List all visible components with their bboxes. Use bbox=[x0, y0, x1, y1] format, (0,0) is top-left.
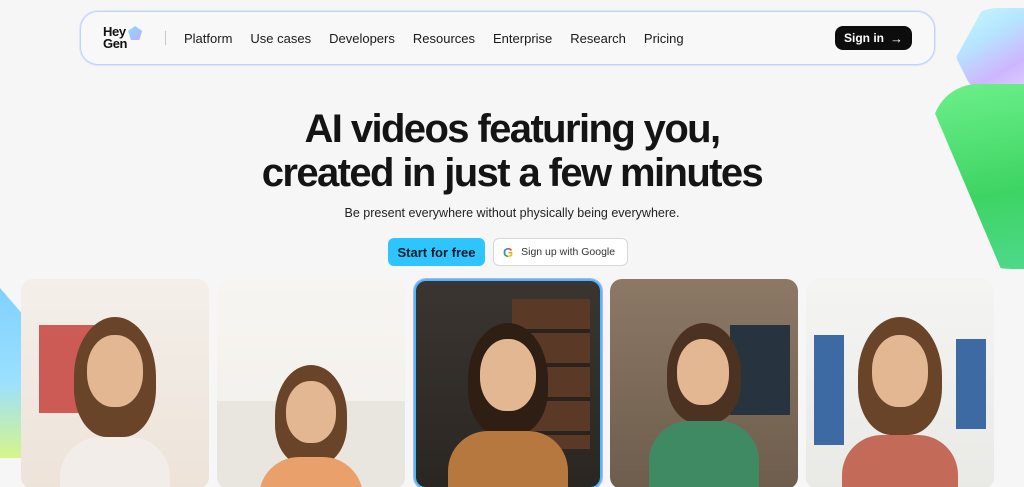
nav-divider bbox=[165, 31, 166, 45]
presenter-figure bbox=[448, 323, 568, 487]
start-for-free-button[interactable]: Start for free bbox=[388, 238, 485, 266]
sign-in-label: Sign in bbox=[844, 31, 884, 45]
presenter-figure bbox=[649, 323, 759, 487]
nav-item-research[interactable]: Research bbox=[570, 31, 626, 46]
avatar-video-card[interactable] bbox=[217, 279, 405, 487]
window bbox=[814, 335, 844, 445]
logo-line-2: Gen bbox=[103, 36, 128, 51]
nav-menu: Platform Use cases Developers Resources … bbox=[184, 31, 702, 46]
arrow-right-icon: → bbox=[890, 30, 903, 46]
avatar-video-card[interactable] bbox=[610, 279, 798, 487]
hero-title: AI videos featuring you, created in just… bbox=[0, 107, 1024, 195]
logo-gem-icon bbox=[128, 26, 143, 40]
hero-title-line-2: created in just a few minutes bbox=[261, 151, 764, 195]
google-signup-button[interactable]: G Sign up with Google bbox=[493, 238, 628, 266]
cta-row: Start for free G Sign up with Google bbox=[388, 238, 628, 266]
decor-blob-left bbox=[0, 288, 22, 458]
sign-in-button[interactable]: Sign in → bbox=[835, 26, 912, 50]
avatar-video-carousel bbox=[21, 279, 995, 487]
google-signup-label: Sign up with Google bbox=[521, 246, 616, 258]
nav-item-enterprise[interactable]: Enterprise bbox=[493, 31, 552, 46]
hero-title-line-1: AI videos featuring you, bbox=[304, 107, 722, 151]
nav-item-platform[interactable]: Platform bbox=[184, 31, 232, 46]
avatar-video-card[interactable] bbox=[21, 279, 209, 487]
presenter-figure bbox=[842, 317, 958, 487]
avatar-video-card-selected[interactable] bbox=[414, 279, 602, 487]
presenter-figure bbox=[259, 365, 363, 487]
avatar-video-card[interactable] bbox=[806, 279, 994, 487]
window bbox=[956, 339, 986, 429]
hero-subtitle: Be present everywhere without physically… bbox=[344, 206, 680, 220]
nav-item-pricing[interactable]: Pricing bbox=[644, 31, 684, 46]
presenter-figure bbox=[60, 317, 170, 487]
nav-item-use-cases[interactable]: Use cases bbox=[250, 31, 311, 46]
nav-item-developers[interactable]: Developers bbox=[329, 31, 395, 46]
heygen-logo[interactable]: Hey Gen bbox=[103, 25, 165, 51]
nav-item-resources[interactable]: Resources bbox=[413, 31, 475, 46]
top-navbar: Hey Gen Platform Use cases Developers Re… bbox=[80, 11, 935, 65]
google-icon: G bbox=[503, 244, 514, 260]
